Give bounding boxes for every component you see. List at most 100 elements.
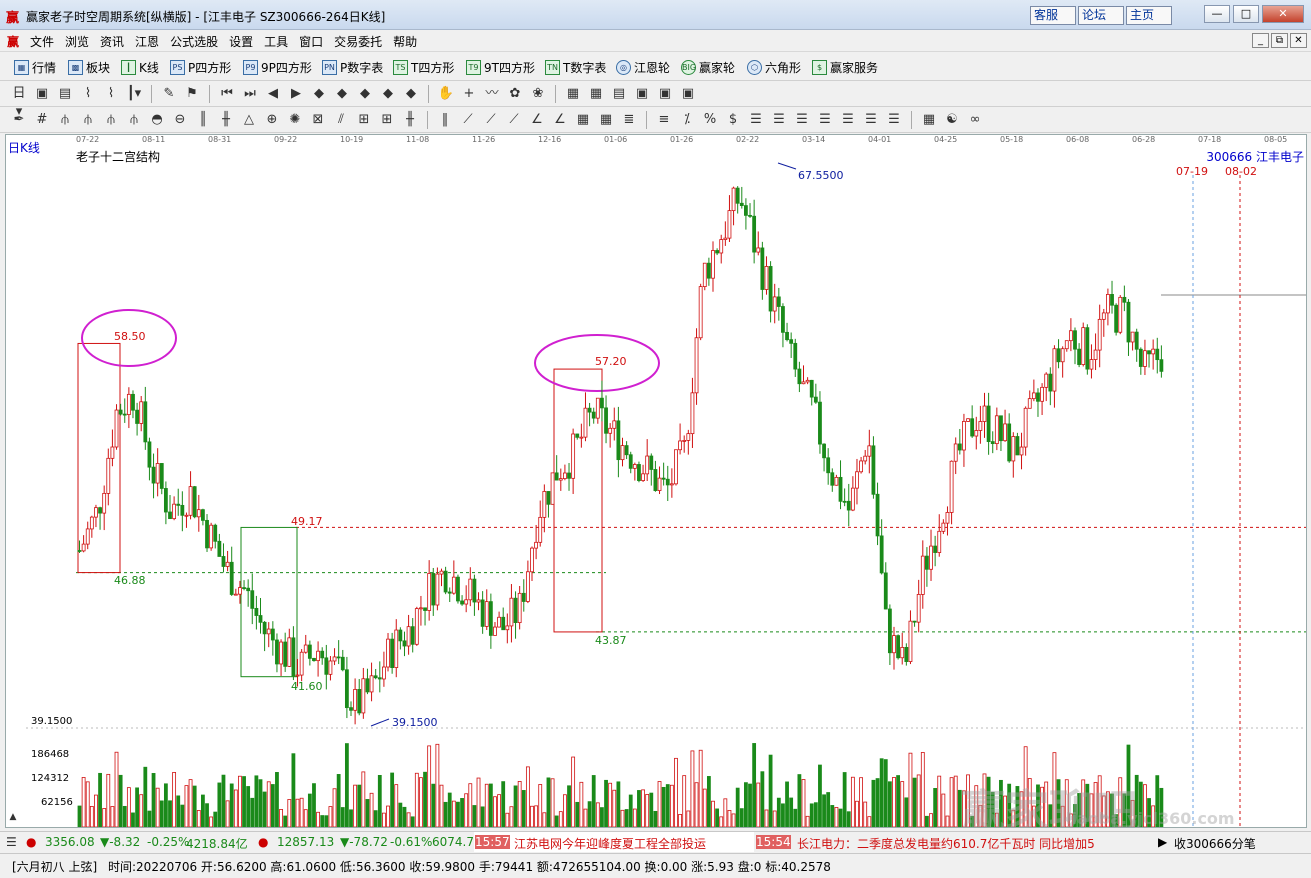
levels-6-icon[interactable]: ☰ [862,111,880,129]
list-icon[interactable]: ☰ [6,835,17,849]
hexagon-button[interactable]: ⬡ 六角形 [747,59,801,76]
gann-wheel-button[interactable]: ◎ 江恩轮 [616,59,670,76]
bars-2-icon[interactable]: ╫ [217,111,235,129]
first-icon[interactable]: ⏮ [218,85,236,103]
infinity-icon[interactable]: ∞ [966,111,984,129]
levels-3-icon[interactable]: ☰ [793,111,811,129]
square-grid-icon[interactable]: ▦ [574,111,592,129]
bars-3-icon[interactable]: ╫ [401,111,419,129]
p9-square-button[interactable]: P9 9P四方形 [243,59,312,76]
box-icon[interactable]: ⊠ [309,111,327,129]
levels-7-icon[interactable]: ☰ [885,111,903,129]
chart-icon[interactable]: ▣ [33,85,51,103]
next-icon[interactable]: ▶ [287,85,305,103]
minimize-button[interactable]: — [1204,5,1230,23]
prev-icon[interactable]: ◀ [264,85,282,103]
fib-icon[interactable]: ≡ [655,111,673,129]
menu-settings[interactable]: 设置 [229,33,253,50]
diamond-5-icon[interactable]: ◆ [402,85,420,103]
menu-trade[interactable]: 交易委托 [334,33,382,50]
mdi-minimize-button[interactable]: _ [1252,33,1269,48]
fan-2-icon[interactable]: ⟋ [482,111,500,129]
t-table-button[interactable]: TN T数字表 [545,59,606,76]
slash-icon[interactable]: ⫽ [332,111,350,129]
formula-icon[interactable]: ✎ [160,85,178,103]
fork-2-icon[interactable]: ⫛ [79,111,97,129]
print-icon[interactable]: ▣ [656,85,674,103]
sectors-button[interactable]: ▩ 板块 [68,59,110,76]
fan-3-icon[interactable]: ⟋ [505,111,523,129]
home-link[interactable]: 主页 [1126,6,1172,25]
menu-browse[interactable]: 浏览 [65,33,89,50]
scroll-up-icon[interactable]: ▲ [6,812,20,826]
p-square-button[interactable]: PS P四方形 [170,59,231,76]
doc-icon[interactable]: ▤ [56,85,74,103]
box-2-icon[interactable]: ⊞ [355,111,373,129]
target-icon[interactable]: ⊕ [263,111,281,129]
menu-window[interactable]: 窗口 [299,33,323,50]
levels-4-icon[interactable]: ☰ [816,111,834,129]
bars-icon[interactable]: ║ [194,111,212,129]
service-link[interactable]: 客服 [1030,6,1076,25]
t-square-button[interactable]: TS T四方形 [393,59,454,76]
menu-help[interactable]: 帮助 [393,33,417,50]
dollar-tool-icon[interactable]: $ [724,111,742,129]
news-2-text[interactable]: 长江电力：二季度总发电量约610.7亿千瓦时 同比增加5 [797,835,1142,852]
winner-service-button[interactable]: $ 赢家服务 [812,59,878,76]
candle-type-icon[interactable]: ┃▾ [125,85,143,103]
percent-2-icon[interactable]: % [701,111,719,129]
target-2-icon[interactable]: ✺ [286,111,304,129]
menu-gann[interactable]: 江恩 [135,33,159,50]
grid-lines-icon[interactable]: # [33,111,51,129]
diamond-2-icon[interactable]: ◆ [333,85,351,103]
news-1-text[interactable]: 江苏电网今年迎峰度夏工程全部投运 [514,835,706,852]
t9-square-button[interactable]: T9 9T四方形 [466,59,535,76]
fan-icon[interactable]: ⟋ [459,111,477,129]
arc-icon[interactable]: ◓ [148,111,166,129]
last-icon[interactable]: ⏭ [241,85,259,103]
levels-2-icon[interactable]: ☰ [770,111,788,129]
angle-2-icon[interactable]: ∠ [551,111,569,129]
diamond-3-icon[interactable]: ◆ [356,85,374,103]
tool-b-icon[interactable]: ❀ [529,85,547,103]
yinyang-icon[interactable]: ☯ [943,111,961,129]
tick-label[interactable]: 收300666分笔 [1174,835,1256,852]
kline-button[interactable]: ┃ K线 [121,59,159,76]
zigzag-icon[interactable]: 〰 [483,85,501,103]
wave-down-icon[interactable]: ⌇ [102,85,120,103]
kline-chart[interactable]: 07-22 08-11 08-31 09-22 10-19 11-08 11-26 12-16… [5,134,1307,828]
cycle-icon[interactable]: ⊖ [171,111,189,129]
fork-3-icon[interactable]: ⫛ [102,111,120,129]
fork-icon[interactable]: ⫛ [56,111,74,129]
p-table-button[interactable]: PN P数字表 [322,59,383,76]
calendar-icon[interactable]: ▦ [564,85,582,103]
levels-5-icon[interactable]: ☰ [839,111,857,129]
fork-4-icon[interactable]: ⫛ [125,111,143,129]
menu-formula[interactable]: 公式选股 [170,33,218,50]
table-tool-icon[interactable]: ▦ [920,111,938,129]
menu-tools[interactable]: 工具 [264,33,288,50]
mdi-restore-button[interactable]: ⧉ [1271,33,1288,48]
triangle-icon[interactable]: △ [240,111,258,129]
ruler-icon[interactable]: ‖ [436,111,454,129]
forum-link[interactable]: 论坛 [1078,6,1124,25]
close-button[interactable]: ✕ [1262,5,1304,23]
flag-icon[interactable]: ⚑ [183,85,201,103]
calc-icon[interactable]: ▦ [587,85,605,103]
menu-info[interactable]: 资讯 [100,33,124,50]
period-dropdown[interactable]: 日▾ [10,85,28,119]
diamond-1-icon[interactable]: ◆ [310,85,328,103]
menu-file[interactable]: 文件 [30,33,54,50]
percent-icon[interactable]: ⁒ [678,111,696,129]
hand-icon[interactable]: ✋ [437,85,455,103]
maximize-button[interactable]: □ [1233,5,1259,23]
mdi-close-button[interactable]: ✕ [1290,33,1307,48]
parallel-icon[interactable]: ≣ [620,111,638,129]
square-grid-2-icon[interactable]: ▦ [597,111,615,129]
wave-up-icon[interactable]: ⌇ [79,85,97,103]
winner-wheel-button[interactable]: BIG 赢家轮 [681,59,735,76]
pen-icon[interactable]: ✒ [10,111,28,129]
levels-icon[interactable]: ☰ [747,111,765,129]
tool-a-icon[interactable]: ✿ [506,85,524,103]
quotes-button[interactable]: ▦ 行情 [14,59,56,76]
